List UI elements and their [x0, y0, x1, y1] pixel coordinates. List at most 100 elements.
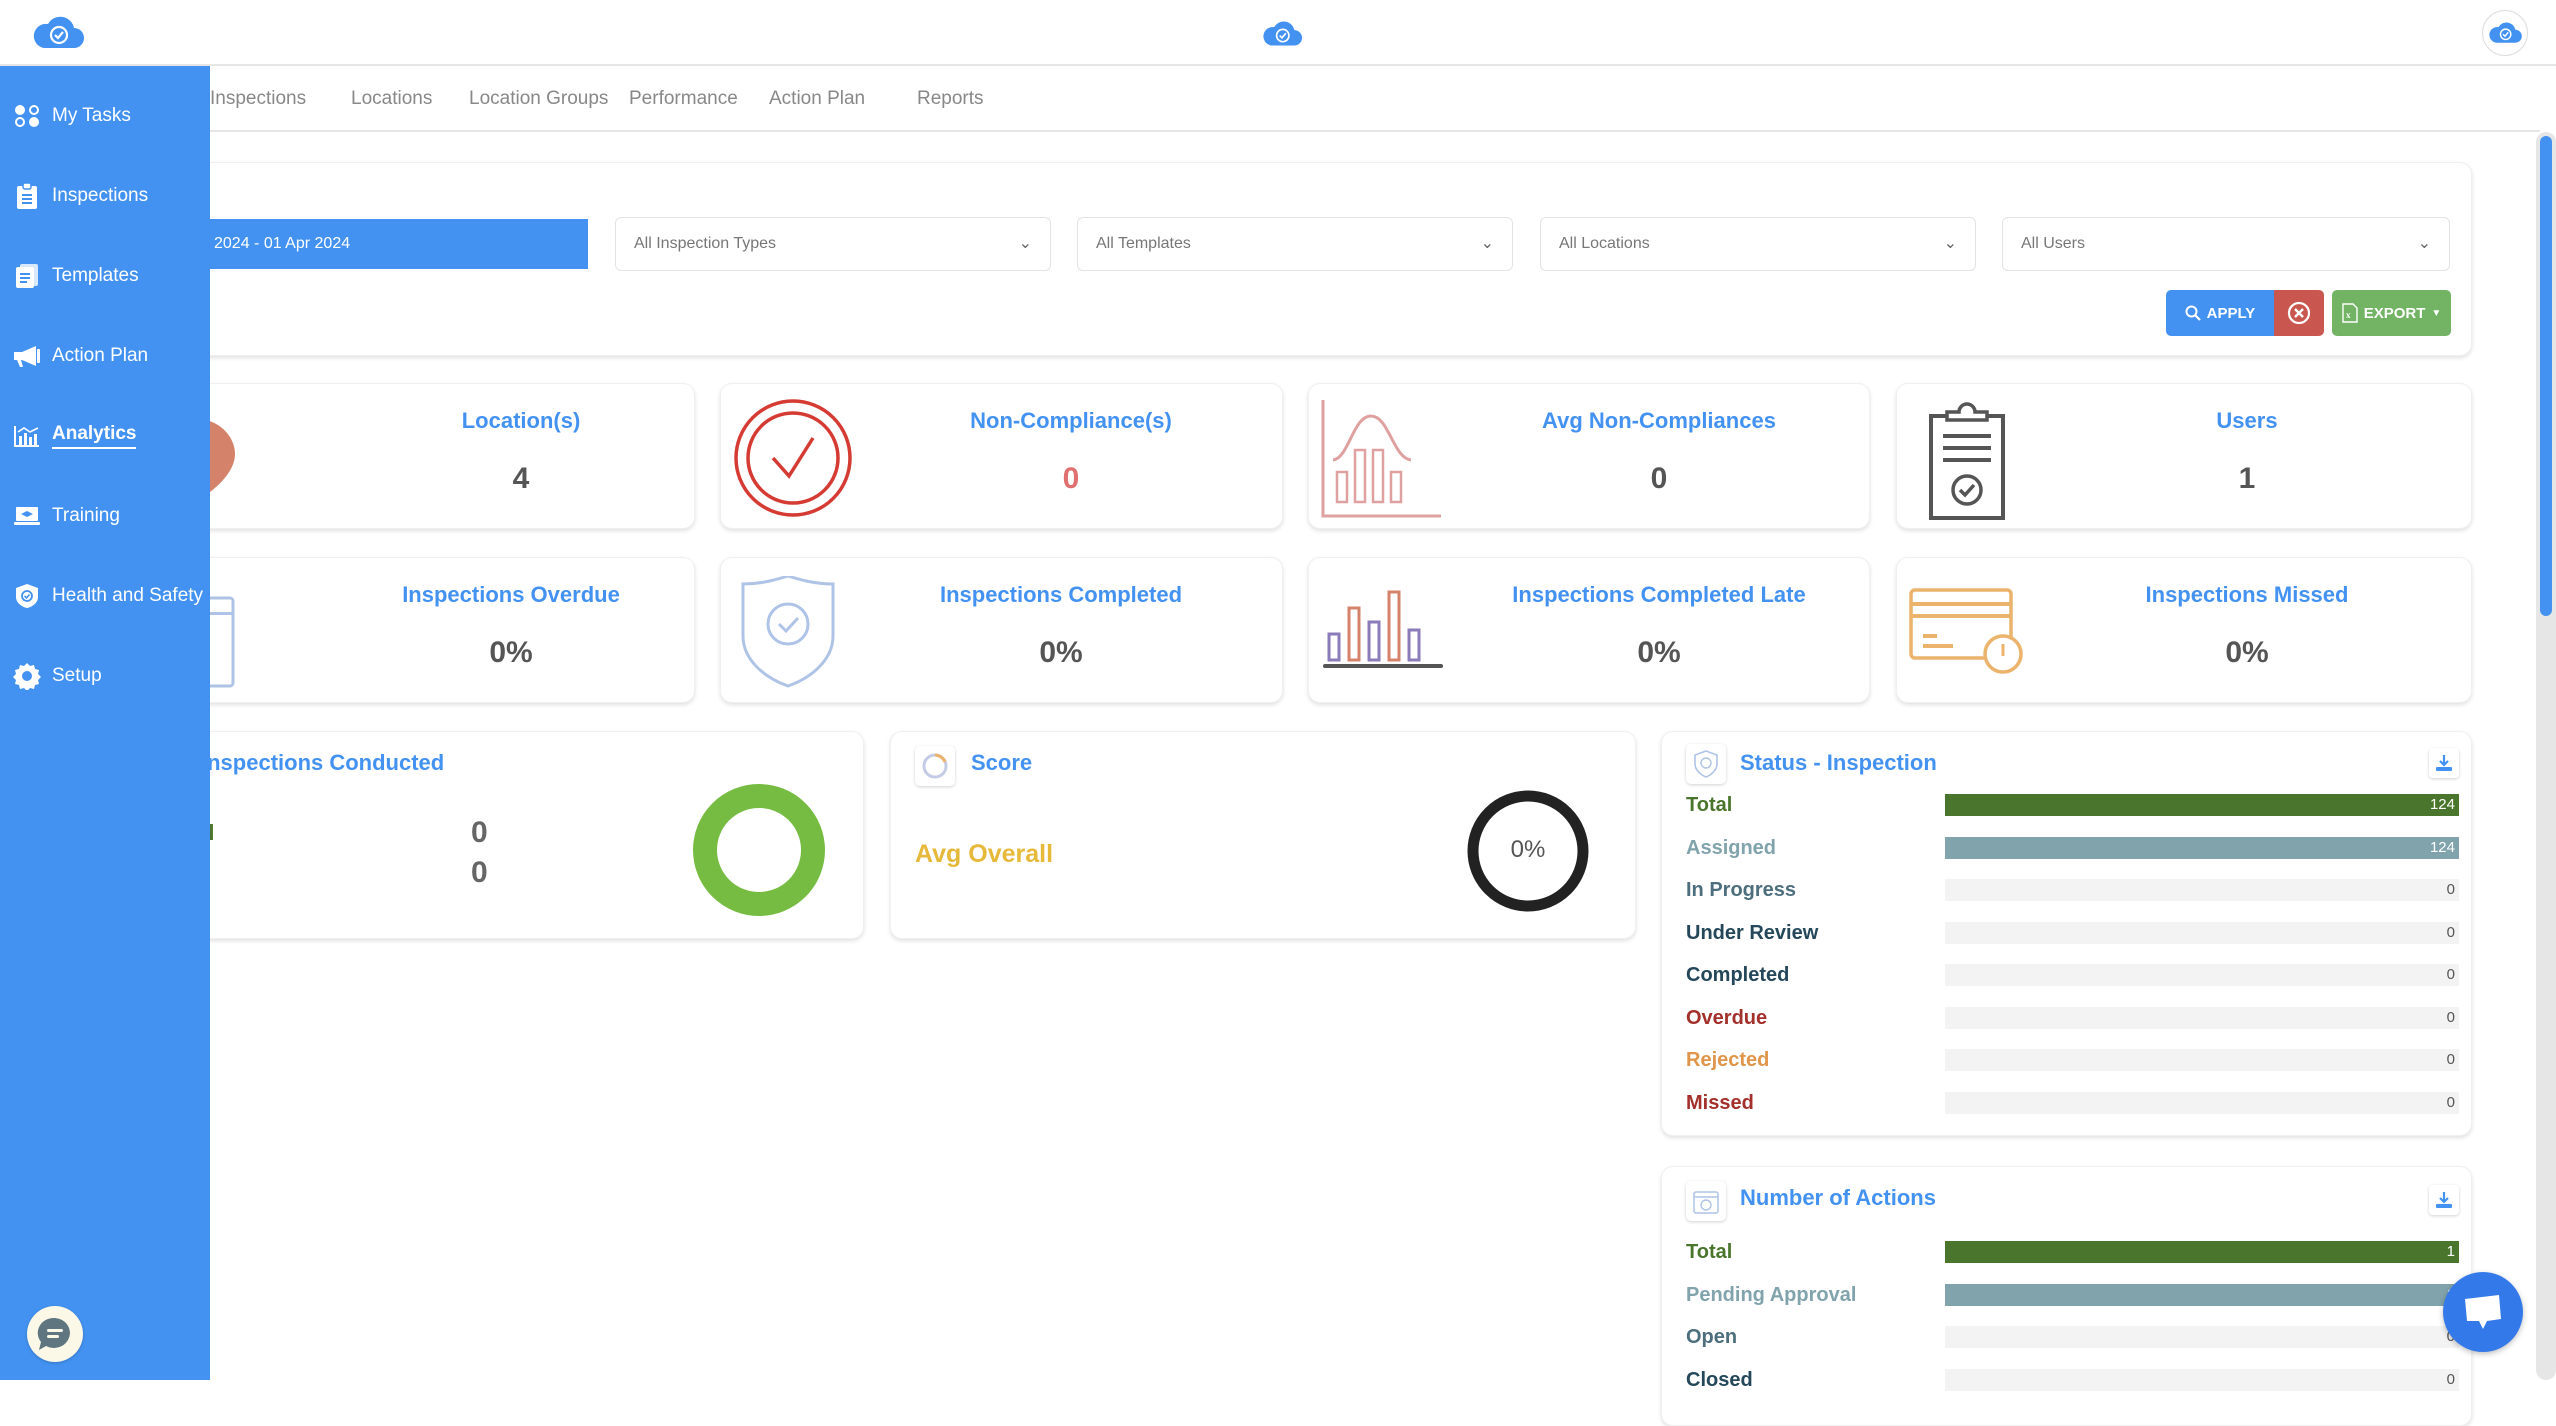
date-range-picker[interactable]: 2024 - 01 Apr 2024: [200, 219, 588, 269]
sidebar-item-training[interactable]: Training: [12, 502, 120, 530]
bar-label: Overdue: [1686, 1006, 1768, 1029]
tab-locations[interactable]: Locations: [351, 88, 432, 110]
stat-value: 0: [1062, 462, 1080, 495]
sidebar-item-templates[interactable]: Templates: [12, 262, 139, 290]
sidebar-item-label: Templates: [52, 265, 139, 286]
number-of-actions-panel: Number of Actions Total 1 Pending Approval…: [1661, 1166, 2472, 1426]
bar-track: 0: [1945, 921, 2459, 944]
inspection-types-select[interactable]: All Inspection Types ⌄: [615, 217, 1051, 271]
templates-select[interactable]: All Templates ⌄: [1077, 217, 1513, 271]
clear-filters-button[interactable]: [2274, 290, 2324, 336]
analytics-tabs: Inspections Locations Location Groups Pe…: [210, 66, 2540, 132]
export-button[interactable]: x EXPORT ▼: [2332, 290, 2451, 336]
bar-chart-icon: [1323, 590, 1443, 668]
bar-row: Completed 0: [1662, 960, 2471, 990]
stat-title: Inspections Completed Late: [1512, 582, 1806, 607]
bar-row: In Progress 0: [1662, 875, 2471, 905]
sidebar-item-label: Analytics: [52, 423, 137, 449]
clipboard-icon: [12, 182, 42, 210]
sidebar-item-label: Inspections: [52, 185, 149, 206]
chevron-down-icon: ⌄: [1018, 235, 1032, 252]
donut-ring: [693, 784, 825, 916]
scrollbar-thumb[interactable]: [2540, 136, 2552, 616]
card-clock-icon: [1909, 588, 2023, 674]
panel-title: Number of Actions: [1740, 1185, 1936, 1210]
bar-label: Under Review: [1686, 921, 1819, 944]
users-select[interactable]: All Users ⌄: [2002, 217, 2450, 271]
close-circle-icon: [2287, 301, 2311, 325]
chevron-down-icon: ⌄: [1480, 235, 1494, 252]
shield-check-icon: [12, 582, 42, 610]
sidebar-item-label: Setup: [52, 665, 102, 686]
stat-title: Users: [2216, 408, 2278, 433]
shield-icon: [1686, 744, 1726, 784]
sidebar-item-health-and-safety[interactable]: Health and Safety: [12, 582, 203, 610]
bar-track: 0: [1945, 1049, 2459, 1071]
bar-track: 0: [1945, 879, 2459, 901]
support-chat-button[interactable]: [27, 1306, 83, 1362]
inspection-types-value: All Inspection Types: [634, 235, 777, 252]
sidebar-item-setup[interactable]: Setup: [12, 662, 102, 690]
tab-reports[interactable]: Reports: [917, 88, 984, 110]
chevron-down-icon: ⌄: [1943, 235, 1957, 252]
live-chat-button[interactable]: [2443, 1272, 2523, 1352]
bar-value: 1: [2446, 1243, 2455, 1260]
sidebar-item-label: Health and Safety: [52, 585, 204, 606]
bar-value: 124: [2429, 796, 2455, 813]
download-button[interactable]: [2429, 1185, 2459, 1215]
bar-track: 1: [1945, 1283, 2459, 1306]
bar-value: 124: [2429, 838, 2455, 856]
stat-value: 0: [1650, 462, 1668, 495]
app-logo-icon[interactable]: [32, 16, 84, 50]
panel-title: Score: [971, 750, 1033, 775]
bar-label: Rejected: [1686, 1049, 1770, 1071]
stat-title: Location(s): [461, 408, 581, 433]
download-button[interactable]: [2429, 748, 2459, 778]
svg-text:x: x: [2346, 310, 2351, 320]
bar-value: 0: [2446, 1008, 2455, 1026]
bar-label: Total: [1686, 794, 1733, 816]
page-scrollbar[interactable]: [2536, 132, 2556, 1380]
dots-grid-icon: [12, 102, 42, 130]
tab-location-groups[interactable]: Location Groups: [469, 88, 608, 110]
sidebar-item-analytics[interactable]: Analytics: [12, 422, 137, 450]
bar-track: 0: [1945, 1326, 2459, 1348]
templates-value: All Templates: [1096, 235, 1191, 252]
stat-value: 0%: [2225, 636, 2269, 669]
tab-performance[interactable]: Performance: [629, 88, 738, 110]
status-inspection-panel: Status - Inspection Total 124 Assigned 124 I…: [1661, 731, 2472, 1136]
locations-select[interactable]: All Locations ⌄: [1540, 217, 1976, 271]
sidebar-item-action-plan[interactable]: Action Plan: [12, 342, 148, 370]
sidebar-item-inspections[interactable]: Inspections: [12, 182, 148, 210]
bar-value: 0: [2446, 881, 2455, 898]
tab-inspections[interactable]: Inspections: [210, 88, 306, 110]
sidebar-item-label: Action Plan: [52, 345, 149, 366]
chart-icon: [12, 422, 42, 450]
stat-card-avg-non-compliances: Avg Non-Compliances 0: [1308, 383, 1870, 529]
stat-card-locations: Location(s) 4: [150, 383, 695, 529]
sidebar-item-label: Training: [52, 505, 120, 526]
apply-button[interactable]: APPLY: [2166, 290, 2274, 336]
bar-row: Missed 0: [1662, 1088, 2471, 1118]
bar-value: 0: [2446, 923, 2455, 941]
laptop-graduation-icon: [12, 502, 42, 530]
apply-label: APPLY: [2206, 304, 2256, 322]
stat-card-inspections-overdue: Inspections Overdue 0%: [150, 557, 695, 703]
bar-label: Open: [1686, 1326, 1738, 1348]
calendar-clock-icon: [1686, 1181, 1726, 1221]
user-avatar[interactable]: [2482, 10, 2528, 56]
stat-title: Inspections Overdue: [402, 582, 620, 607]
sidebar-item-label: My Tasks: [52, 105, 131, 126]
users-value: All Users: [2021, 235, 2086, 252]
stat-card-inspections-completed: Inspections Completed 0%: [720, 557, 1283, 703]
sidebar-item-my-tasks[interactable]: My Tasks: [12, 102, 131, 130]
bar-track: 0: [1945, 1091, 2459, 1114]
documents-icon: [12, 262, 42, 290]
tab-action-plan[interactable]: Action Plan: [769, 88, 865, 110]
bar-value: 0: [2446, 1051, 2455, 1068]
bar-track: 124: [1945, 794, 2459, 816]
bar-label: Missed: [1686, 1091, 1754, 1114]
bar-row: Rejected 0: [1662, 1045, 2471, 1075]
panel-title: Inspections Conducted: [201, 750, 445, 775]
excel-file-icon: x: [2342, 303, 2358, 323]
